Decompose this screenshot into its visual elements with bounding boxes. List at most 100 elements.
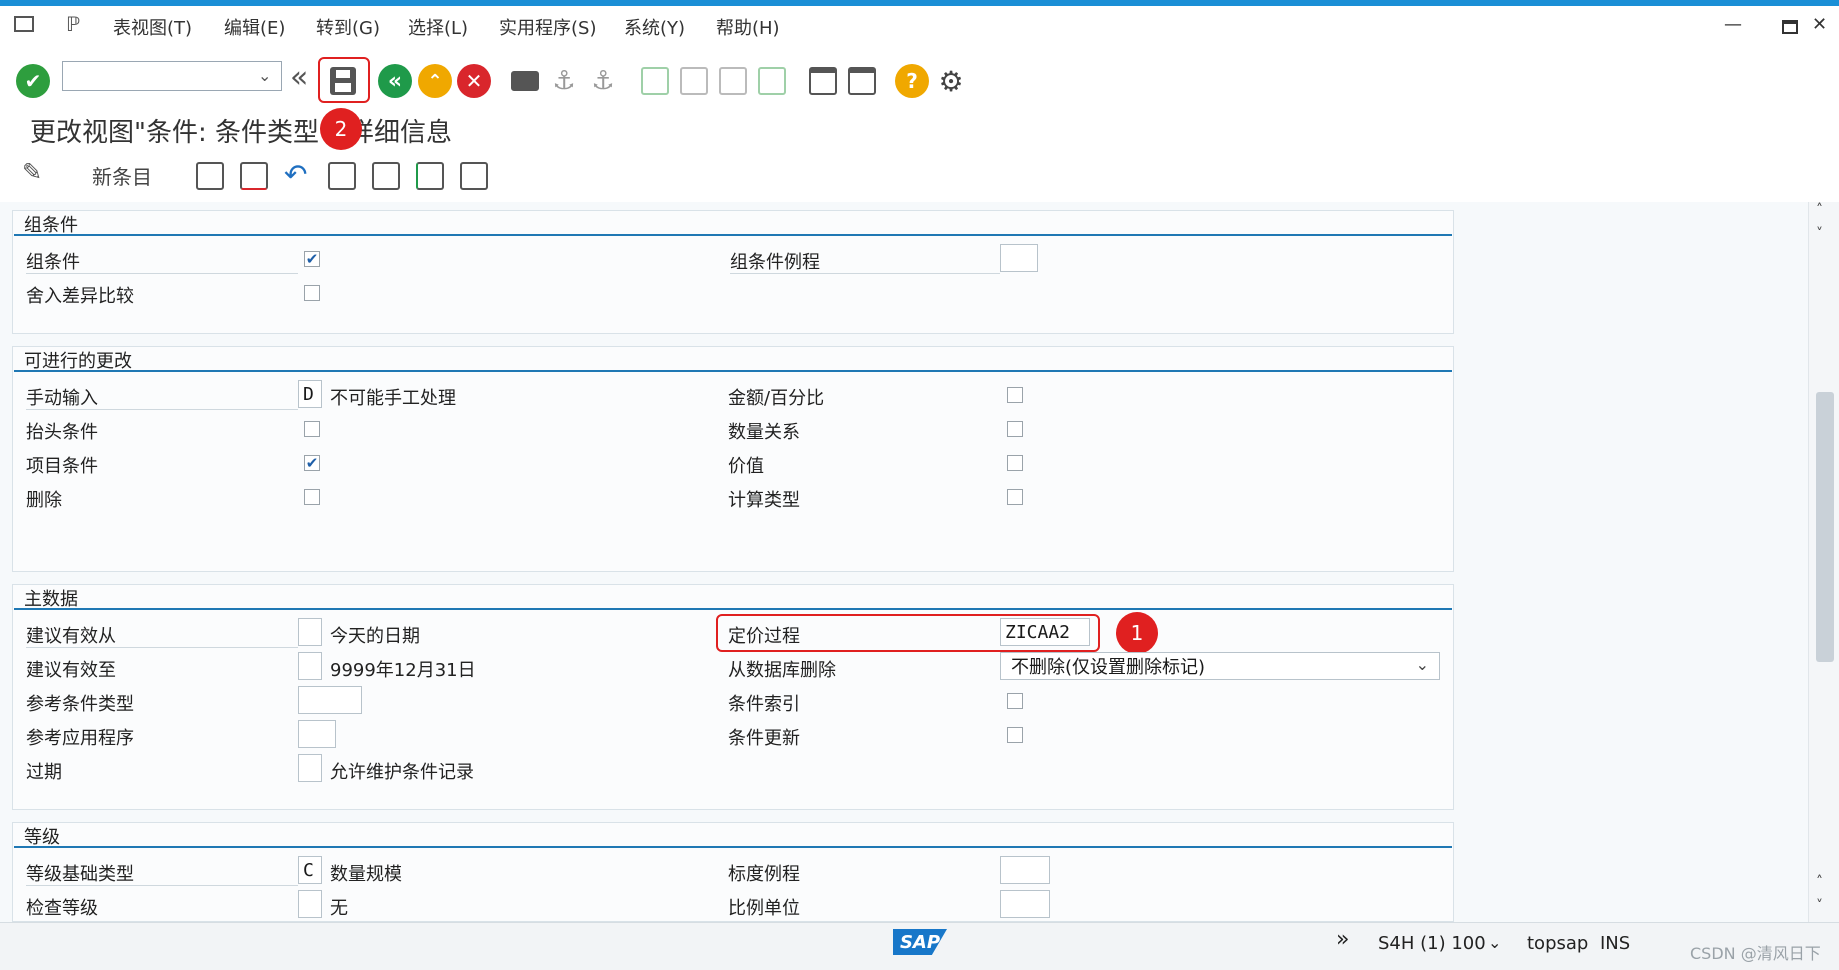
previous-page-icon[interactable] (677, 64, 711, 98)
print-icon[interactable] (508, 64, 542, 98)
menu-selection[interactable]: 选择(L) (408, 14, 468, 40)
reference-cond-type-field[interactable] (298, 686, 362, 714)
item-condition-checkbox[interactable]: ✔ (304, 455, 320, 471)
delete-from-db-value: 不删除(仅设置删除标记) (1011, 657, 1206, 678)
group-cond-routine-label: 组条件例程 (730, 252, 820, 273)
enter-icon[interactable]: ✔ (16, 64, 50, 98)
exit-icon[interactable]: ⌃ (418, 64, 452, 98)
check-scale-field[interactable] (298, 890, 322, 918)
last-page-icon[interactable] (755, 64, 789, 98)
manual-entry-field[interactable]: D (298, 380, 322, 408)
group-cond-routine-field[interactable] (1000, 244, 1038, 272)
label-underline (26, 409, 298, 410)
expire-label: 过期 (26, 762, 62, 783)
scale-routine-field[interactable] (1000, 856, 1050, 884)
menu-help[interactable]: 帮助(H) (716, 14, 780, 40)
annotation-badge-2: 2 (320, 108, 362, 150)
condition-update-label: 条件更新 (728, 728, 800, 749)
print-list-icon[interactable] (460, 162, 488, 190)
minimize-icon[interactable]: — (1724, 14, 1742, 35)
scroll-down-icon[interactable]: ˅ (1816, 898, 1823, 914)
collapse-command-icon[interactable]: « (290, 60, 308, 95)
delete-checkbox[interactable] (304, 489, 320, 505)
scroll-up-icon[interactable]: ˄ (1816, 202, 1823, 218)
shortcut-icon[interactable] (845, 64, 879, 98)
amount-percent-checkbox[interactable] (1007, 387, 1023, 403)
label-underline (730, 273, 1000, 274)
save-highlight-box (318, 57, 370, 103)
next-page-icon[interactable] (716, 64, 750, 98)
delete-from-db-select[interactable]: 不删除(仅设置删除标记) ⌄ (1000, 652, 1440, 680)
reference-application-field[interactable] (298, 720, 336, 748)
menu-system[interactable]: 系统(Y) (624, 14, 685, 40)
input-mode[interactable]: INS (1600, 933, 1630, 954)
header-condition-checkbox[interactable] (304, 421, 320, 437)
delete-icon[interactable] (240, 162, 268, 190)
valid-to-description: 9999年12月31日 (330, 660, 476, 681)
system-info[interactable]: S4H (1) 100 (1378, 933, 1486, 954)
section-divider (14, 234, 1452, 236)
condition-update-checkbox[interactable] (1007, 727, 1023, 743)
rounding-diff-label: 舍入差异比较 (26, 286, 134, 307)
menu-edit[interactable]: 编辑(E) (224, 14, 285, 40)
close-window-icon[interactable]: ✕ (1812, 14, 1827, 35)
scrollbar-thumb[interactable] (1816, 392, 1834, 662)
section-divider (14, 608, 1452, 610)
valid-from-description: 今天的日期 (330, 626, 420, 647)
value-label: 价值 (728, 456, 764, 477)
condition-index-checkbox[interactable] (1007, 693, 1023, 709)
system-dropdown-icon[interactable]: ⌄ (1488, 933, 1501, 952)
first-page-icon[interactable] (638, 64, 672, 98)
scale-unit-field[interactable] (1000, 890, 1050, 918)
new-entries-button[interactable]: 新条目 (92, 161, 152, 190)
delete-from-db-label: 从数据库删除 (728, 660, 836, 681)
label-underline (26, 885, 298, 886)
scroll-down-icon[interactable]: ˅ (1816, 226, 1823, 242)
scroll-up-icon[interactable]: ˄ (1816, 874, 1823, 890)
expand-status-icon[interactable]: » (1336, 927, 1349, 952)
menu-table-view[interactable]: 表视图(T) (113, 14, 192, 40)
valid-to-field[interactable] (298, 652, 322, 680)
back-icon[interactable]: « (378, 64, 412, 98)
section-divider (14, 846, 1452, 848)
section-divider (14, 370, 1452, 372)
display-change-icon[interactable]: ✎ (22, 158, 42, 186)
header-condition-label: 抬头条件 (26, 422, 98, 443)
scale-unit-label: 比例单位 (728, 898, 800, 919)
copy-as-icon[interactable] (196, 162, 224, 190)
find-icon[interactable]: ⚓ (547, 64, 581, 98)
undo-icon[interactable]: ↶ (284, 158, 307, 191)
settings-icon[interactable]: ⚙ (934, 64, 968, 98)
label-underline (26, 647, 298, 648)
command-field[interactable] (62, 61, 282, 91)
csdn-watermark: CSDN @清风日下 (1690, 944, 1821, 963)
scale-base-type-field[interactable]: C (298, 856, 322, 884)
maximize-icon[interactable] (1782, 20, 1798, 34)
valid-to-label: 建议有效至 (26, 660, 116, 681)
rounding-diff-checkbox[interactable] (304, 285, 320, 301)
sap-p-icon[interactable]: ℙ (66, 12, 80, 36)
quantity-relation-checkbox[interactable] (1007, 421, 1023, 437)
new-session-icon[interactable] (806, 64, 840, 98)
page-title: 更改视图"条件: 条件类型": 详细信息 (30, 118, 452, 148)
help-icon[interactable]: ? (895, 64, 929, 98)
calculation-type-checkbox[interactable] (1007, 489, 1023, 505)
command-field-dropdown-icon[interactable]: ⌄ (258, 66, 271, 85)
scale-base-type-description: 数量规模 (330, 864, 402, 885)
reference-application-label: 参考应用程序 (26, 728, 134, 749)
select-all-icon[interactable] (416, 162, 444, 190)
menu-utilities[interactable]: 实用程序(S) (499, 14, 596, 40)
chevron-down-icon[interactable]: ⌄ (1416, 655, 1429, 674)
cancel-icon[interactable]: ✕ (457, 64, 491, 98)
find-next-icon[interactable]: ⚓ (586, 64, 620, 98)
next-entry-icon[interactable] (372, 162, 400, 190)
expire-field[interactable] (298, 754, 322, 782)
value-checkbox[interactable] (1007, 455, 1023, 471)
sap-menu-icon[interactable] (14, 16, 34, 32)
label-underline (26, 273, 298, 274)
previous-entry-icon[interactable] (328, 162, 356, 190)
calculation-type-label: 计算类型 (728, 490, 800, 511)
group-condition-checkbox[interactable]: ✔ (304, 251, 320, 267)
valid-from-field[interactable] (298, 618, 322, 646)
menu-goto[interactable]: 转到(G) (316, 14, 380, 40)
